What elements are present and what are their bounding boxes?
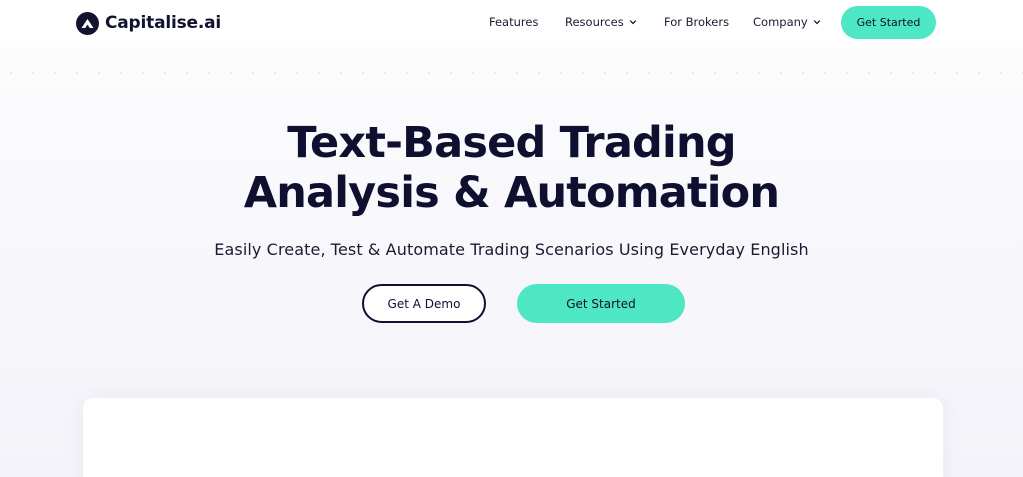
get-started-button[interactable]: Get Started — [517, 284, 685, 323]
chevron-down-icon — [629, 20, 636, 25]
hero-subtitle: Easily Create, Test & Automate Trading S… — [214, 240, 809, 259]
hero-title-line-1: Text-Based Trading — [287, 118, 736, 168]
nav-item-label: Company — [753, 15, 808, 29]
hero-title-line-2: Analysis & Automation — [243, 168, 780, 218]
product-preview-card — [83, 398, 943, 477]
dotted-divider — [0, 72, 1023, 74]
site-header: Capitalise.ai Features Resources For Bro… — [0, 0, 1023, 46]
nav-item-for-brokers[interactable]: For Brokers — [664, 15, 729, 29]
nav-item-label: For Brokers — [664, 15, 730, 29]
nav-item-label: Resources — [565, 15, 624, 29]
get-a-demo-button[interactable]: Get A Demo — [362, 284, 486, 323]
header-get-started-button[interactable]: Get Started — [841, 6, 936, 39]
nav-item-label: Features — [489, 15, 539, 29]
nav-item-company[interactable]: Company — [753, 15, 821, 29]
nav-item-resources[interactable]: Resources — [565, 15, 637, 29]
chevron-down-icon — [813, 20, 820, 25]
nav-item-features[interactable]: Features — [489, 15, 538, 29]
hero-title: Text-Based Trading Analysis & Automation — [0, 118, 1023, 218]
